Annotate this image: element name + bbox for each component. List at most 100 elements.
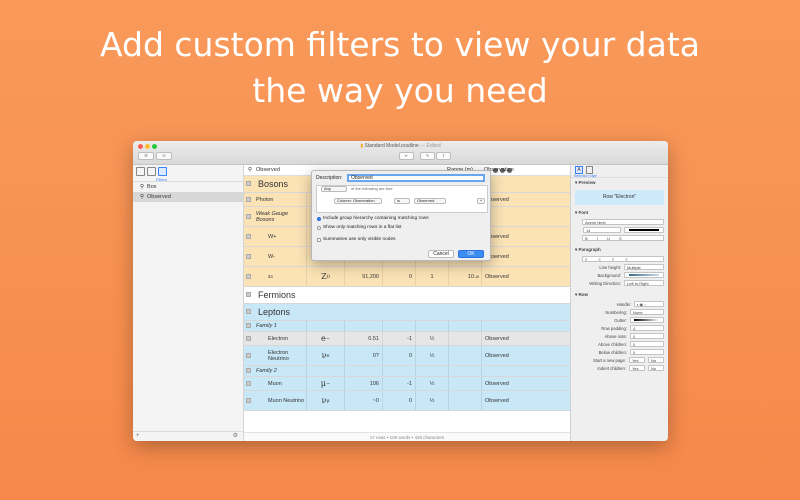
row-spin-cell[interactable]: ½ [416,391,449,410]
row-mass-cell[interactable]: 91,200 [345,267,383,286]
start-page-yes[interactable]: Yes [629,357,645,363]
group-row[interactable]: Leptons [244,304,570,321]
table-row[interactable]: Electron Neutrino ν e 0? 0 ½ Observed [244,346,570,366]
row-name-cell[interactable]: z0 [244,267,307,286]
row-name-cell[interactable]: Weak Gauge Bosons [244,207,307,226]
sidebar-filter-observed[interactable]: ⚲ Observed [133,192,243,202]
table-row[interactable]: Family 2 [244,366,570,377]
row-range-cell[interactable] [449,377,482,390]
table-row[interactable]: z 0 Z 0 91,200 0 1 10 -18 Observed [244,267,570,287]
row-padding-field[interactable]: 4 [630,325,664,331]
row-symbol-cell[interactable]: Z0 [307,267,345,286]
option-flat-list[interactable]: Show only matching rows in a flat list [317,225,401,230]
above-note-field[interactable]: 0 [630,333,664,339]
font-family-select[interactable]: Avenir Next [582,219,664,225]
cancel-button[interactable]: Cancel [428,250,454,258]
row-charge-cell[interactable]: -1 [383,377,416,390]
row-symbol-cell[interactable] [307,366,345,376]
row-range-cell[interactable] [449,366,482,376]
row-name-cell[interactable]: Family 1 [244,321,307,331]
gear-icon[interactable]: ⚙ [233,432,238,441]
toolbar-indent-button[interactable]: ⇤ [399,152,414,160]
row-name-cell[interactable]: Leptons [258,304,558,320]
start-page-no[interactable]: No [648,357,664,363]
row-charge-cell[interactable]: 0 [383,267,416,286]
row-spin-cell[interactable]: ½ [416,346,449,365]
add-criteria-button[interactable]: + [477,198,485,204]
toolbar-style-button[interactable]: ✎ [420,152,435,160]
line-height-select[interactable]: Multiple [624,264,664,270]
ok-button[interactable]: OK [458,250,484,258]
font-size-field[interactable]: 14 [583,227,621,233]
row-spin-cell[interactable] [416,366,449,376]
row-name-cell[interactable]: W- [244,247,307,266]
outline-tab-icon[interactable] [136,167,145,176]
row-spin-cell[interactable] [416,321,449,331]
row-symbol-cell[interactable] [307,321,345,331]
group-row[interactable]: Fermions [244,287,570,304]
value-select[interactable]: Observed [414,198,446,204]
row-symbol-cell[interactable]: e − [307,332,345,345]
row-spin-cell[interactable]: ½ [416,332,449,345]
row-observation-cell[interactable]: Observed [482,391,534,410]
row-charge-cell[interactable] [383,321,416,331]
description-field[interactable]: Observed [347,174,485,182]
row-observation-cell[interactable]: Observed [482,267,534,286]
row-name-cell[interactable]: Fermions [258,287,558,303]
view-toggle-button[interactable]: ☷ [156,152,172,160]
row-name-cell[interactable]: Muon Neutrino [244,391,307,410]
option-include-hierarchy[interactable]: Include group hierarchy containing match… [317,216,429,221]
row-name-cell[interactable]: Electron Neutrino [244,346,307,365]
table-row[interactable]: Muon Neutrino ν μ ~0 0 ½ Observed [244,391,570,411]
match-type-select[interactable]: Any [321,186,347,192]
row-spin-cell[interactable]: ½ [416,377,449,390]
table-row[interactable]: Electron e −0.51 -1 ½ Observed [244,332,570,346]
row-handle-icon[interactable] [246,181,251,186]
row-range-cell[interactable] [449,321,482,331]
column-select[interactable]: Column: Observation [334,198,382,204]
below-children-field[interactable]: 0 [630,349,664,355]
text-color-well[interactable] [624,227,664,233]
row-name-cell[interactable]: W+ [244,227,307,246]
row-mass-cell[interactable]: 106 [345,377,383,390]
font-style-buttons[interactable]: B I U S [582,235,664,241]
row-observation-cell[interactable] [482,321,534,331]
row-mass-cell[interactable] [345,321,383,331]
option-summaries-visible[interactable]: Summaries use only visible nodes [317,237,396,242]
row-name-cell[interactable]: Family 2 [244,366,307,376]
alignment-buttons[interactable]: ≡ ≡ ≡ ≡ [582,256,664,262]
row-range-cell[interactable] [449,332,482,345]
indent-children-yes[interactable]: Yes [629,365,645,371]
writing-direction-select[interactable]: Left to Right [624,280,664,286]
row-mass-cell[interactable]: 0.51 [345,332,383,345]
row-mass-cell[interactable] [345,366,383,376]
row-range-cell[interactable] [449,391,482,410]
row-observation-cell[interactable]: Observed [482,332,534,345]
row-observation-cell[interactable]: Observed [482,346,534,365]
sidebar-filter-box[interactable]: ⚲ Box [133,182,243,192]
row-range-cell[interactable] [449,346,482,365]
background-color-well[interactable] [624,272,664,278]
row-symbol-cell[interactable]: νμ [307,391,345,410]
above-children-field[interactable]: 0 [630,341,664,347]
indent-children-no[interactable]: No [648,365,664,371]
row-charge-cell[interactable]: 0 [383,391,416,410]
row-spin-cell[interactable]: 1 [416,267,449,286]
filters-tab-icon[interactable] [158,167,167,176]
row-charge-cell[interactable]: 0 [383,346,416,365]
row-handle-icon[interactable] [246,309,251,314]
document-tab-icon[interactable] [586,166,593,174]
handle-style-buttons[interactable]: ▪ ◉ ▫ [634,301,664,307]
row-range-cell[interactable]: 10-18 [449,267,482,286]
row-name-cell[interactable]: Electron [244,332,307,345]
sidebar-toggle-button[interactable]: ☰ [138,152,154,160]
table-row[interactable]: Muon μ −106 -1 ½ Observed [244,377,570,391]
row-symbol-cell[interactable]: μ − [307,377,345,390]
row-name-cell[interactable]: Muon [244,377,307,390]
styles-tab-icon[interactable] [147,167,156,176]
row-observation-cell[interactable]: Observed [482,377,534,390]
row-handle-icon[interactable] [246,292,251,297]
row-charge-cell[interactable]: -1 [383,332,416,345]
add-filter-button[interactable]: + [136,433,140,439]
row-symbol-cell[interactable]: νe [307,346,345,365]
